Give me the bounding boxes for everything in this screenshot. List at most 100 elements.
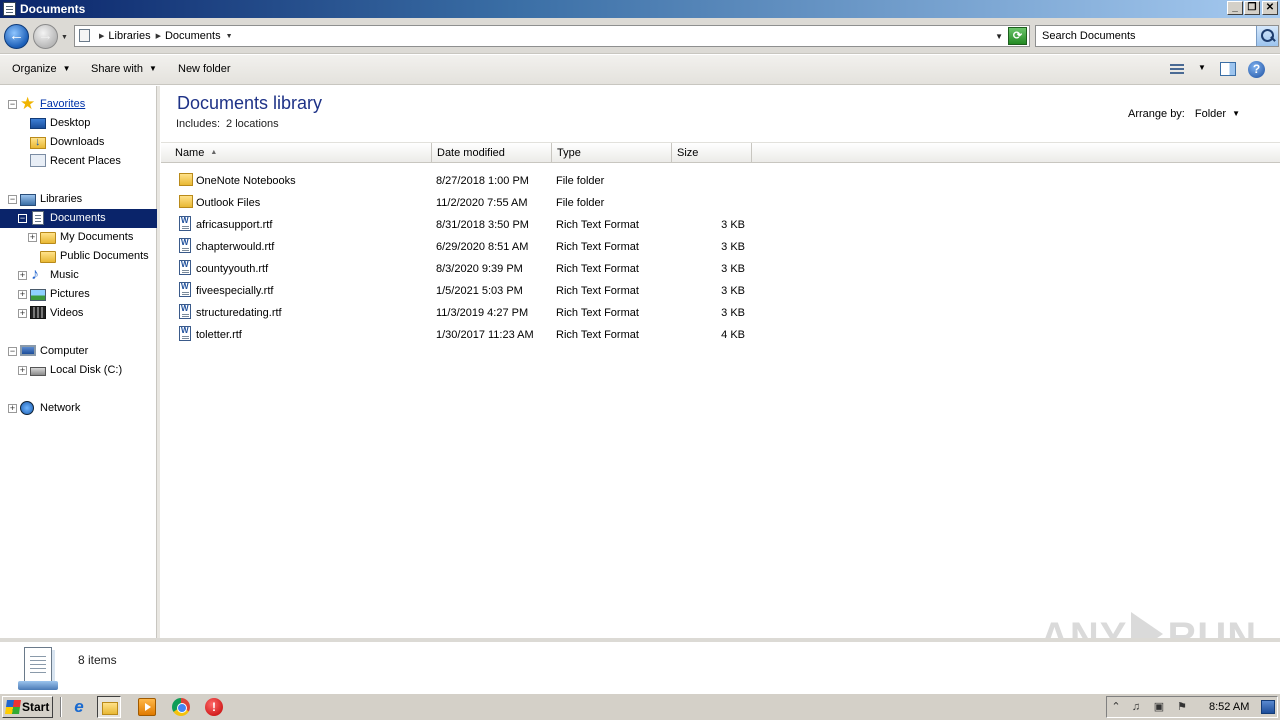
- column-header-name[interactable]: Name ▲: [161, 143, 432, 163]
- refresh-button[interactable]: ⟳: [1008, 27, 1027, 45]
- sidebar-item-music[interactable]: + ♪ Music: [0, 266, 157, 285]
- breadcrumb-end-chevron-icon[interactable]: ▼: [226, 33, 233, 40]
- file-type: File folder: [556, 175, 605, 187]
- expand-icon[interactable]: +: [18, 309, 27, 318]
- sidebar-item-recent-places[interactable]: Recent Places: [0, 152, 157, 171]
- expand-icon[interactable]: +: [8, 404, 17, 413]
- media-player-icon[interactable]: [138, 698, 156, 716]
- address-dropdown-icon[interactable]: ▼: [995, 32, 1003, 41]
- search-input[interactable]: [1036, 26, 1254, 46]
- sidebar-item-network[interactable]: + Network: [0, 399, 157, 418]
- file-row[interactable]: chapterwould.rtf 6/29/2020 8:51 AM Rich …: [161, 236, 761, 258]
- search-box[interactable]: [1035, 25, 1279, 47]
- search-icon[interactable]: [1256, 26, 1278, 46]
- file-date: 1/30/2017 11:23 AM: [436, 329, 534, 341]
- expand-icon[interactable]: +: [18, 271, 27, 280]
- column-headers: Name ▲ Date modified Type Size: [161, 142, 1280, 163]
- file-row[interactable]: countyyouth.rtf 8/3/2020 9:39 PM Rich Te…: [161, 258, 761, 280]
- collapse-icon[interactable]: −: [8, 100, 17, 109]
- sidebar-item-videos[interactable]: + Videos: [0, 304, 157, 323]
- file-row[interactable]: OneNote Notebooks 8/27/2018 1:00 PM File…: [161, 170, 761, 192]
- breadcrumb-libraries[interactable]: Libraries: [108, 30, 150, 42]
- collapse-icon[interactable]: −: [8, 195, 17, 204]
- expand-icon[interactable]: +: [18, 290, 27, 299]
- sidebar-item-desktop[interactable]: Desktop: [0, 114, 157, 133]
- sidebar-item-label: Documents: [50, 212, 106, 224]
- network-tray-icon[interactable]: ▣: [1152, 700, 1166, 714]
- taskbar: Start e ! ⌃ ♫ ▣ ⚑ 8:52 AM: [0, 693, 1280, 720]
- sidebar-item-documents[interactable]: − Documents: [0, 209, 157, 228]
- rtf-file-icon: [179, 260, 191, 275]
- sidebar-item-libraries[interactable]: − Libraries: [0, 190, 157, 209]
- expand-icon[interactable]: +: [18, 366, 27, 375]
- collapse-icon[interactable]: −: [18, 214, 27, 223]
- column-header-size[interactable]: Size: [672, 143, 752, 163]
- breadcrumb-documents[interactable]: Documents: [165, 30, 221, 42]
- sidebar-item-my-documents[interactable]: + My Documents: [0, 228, 157, 247]
- breadcrumb-chevron-icon[interactable]: ▶: [156, 33, 161, 40]
- pane-splitter[interactable]: [157, 86, 160, 638]
- file-row[interactable]: toletter.rtf 1/30/2017 11:23 AM Rich Tex…: [161, 324, 761, 346]
- includes-locations-link[interactable]: 2 locations: [226, 118, 279, 130]
- sidebar-item-favorites[interactable]: − ★ Favorites: [0, 95, 157, 114]
- file-row[interactable]: africasupport.rtf 8/31/2018 3:50 PM Rich…: [161, 214, 761, 236]
- back-arrow-icon: ←: [9, 27, 24, 44]
- start-label: Start: [22, 700, 50, 714]
- includes-label: Includes:: [176, 118, 221, 130]
- breadcrumb-root-chevron-icon[interactable]: ▶: [99, 33, 104, 40]
- pictures-icon: [30, 289, 46, 301]
- library-includes: Includes: 2 locations: [176, 118, 279, 130]
- arrange-by-dropdown-icon[interactable]: ▼: [1232, 109, 1240, 118]
- file-type: File folder: [556, 197, 605, 209]
- view-options-dropdown-icon[interactable]: ▼: [1198, 63, 1206, 72]
- stop-icon[interactable]: !: [205, 698, 223, 716]
- chrome-icon[interactable]: [172, 698, 190, 716]
- file-size: 3 KB: [721, 219, 745, 231]
- column-header-type[interactable]: Type: [552, 143, 672, 163]
- sidebar-item-computer[interactable]: − Computer: [0, 342, 157, 361]
- disk-icon: [30, 367, 46, 376]
- new-folder-button[interactable]: New folder: [178, 63, 231, 75]
- libraries-icon: [20, 194, 36, 206]
- item-count: 8 items: [78, 653, 117, 667]
- file-type: Rich Text Format: [556, 263, 639, 275]
- recent-pages-dropdown[interactable]: ▼: [61, 34, 68, 41]
- file-row[interactable]: Outlook Files 11/2/2020 7:55 AM File fol…: [161, 192, 761, 214]
- file-size: 3 KB: [721, 285, 745, 297]
- arrange-by-value[interactable]: Folder: [1195, 108, 1226, 120]
- share-with-dropdown-icon: ▼: [148, 64, 157, 73]
- restore-button[interactable]: ❐: [1244, 1, 1260, 15]
- collapse-icon[interactable]: −: [8, 347, 17, 356]
- help-icon[interactable]: ?: [1248, 61, 1265, 78]
- windows-explorer-taskbar-button[interactable]: [97, 696, 121, 718]
- minimize-button[interactable]: _: [1227, 1, 1243, 15]
- change-view-icon[interactable]: [1170, 64, 1184, 75]
- sidebar-item-downloads[interactable]: Downloads: [0, 133, 157, 152]
- sidebar-item-pictures[interactable]: + Pictures: [0, 285, 157, 304]
- close-button[interactable]: ✕: [1262, 1, 1278, 15]
- computer-icon: [20, 345, 36, 356]
- column-header-date-modified[interactable]: Date modified: [432, 143, 552, 163]
- file-type: Rich Text Format: [556, 219, 639, 231]
- navigation-pane: − ★ Favorites Desktop Downloads Recent P…: [0, 86, 157, 638]
- start-button[interactable]: Start: [2, 696, 53, 718]
- volume-icon[interactable]: ♫: [1129, 700, 1143, 714]
- file-type: Rich Text Format: [556, 241, 639, 253]
- clock[interactable]: 8:52 AM: [1209, 701, 1249, 713]
- share-with-button[interactable]: Share with ▼: [91, 63, 157, 75]
- address-bar[interactable]: ▶ Libraries ▶ Documents ▼ ▼ ⟳: [74, 25, 1030, 47]
- show-hidden-icons-icon[interactable]: ⌃: [1109, 700, 1123, 714]
- file-row[interactable]: structuredating.rtf 11/3/2019 4:27 PM Ri…: [161, 302, 761, 324]
- sidebar-item-local-disk[interactable]: + Local Disk (C:): [0, 361, 157, 380]
- organize-button[interactable]: Organize ▼: [12, 63, 71, 75]
- sidebar-item-public-documents[interactable]: Public Documents: [0, 247, 157, 266]
- internet-explorer-icon[interactable]: e: [70, 698, 88, 716]
- forward-button[interactable]: →: [33, 24, 58, 49]
- show-desktop-icon[interactable]: [1261, 700, 1275, 714]
- preview-pane-icon[interactable]: [1220, 62, 1236, 76]
- action-center-flag-icon[interactable]: ⚑: [1175, 700, 1189, 714]
- expand-icon[interactable]: +: [28, 233, 37, 242]
- network-icon: [20, 401, 34, 415]
- file-row[interactable]: fiveespecially.rtf 1/5/2021 5:03 PM Rich…: [161, 280, 761, 302]
- back-button[interactable]: ←: [4, 24, 29, 49]
